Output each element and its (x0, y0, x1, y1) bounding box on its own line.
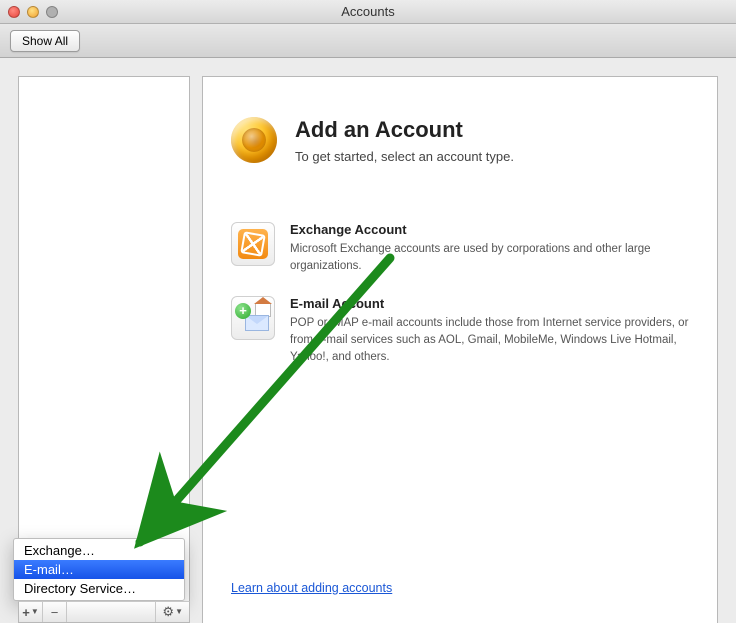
email-desc: POP or IMAP e-mail accounts include thos… (290, 315, 689, 367)
page-title: Add an Account (295, 117, 514, 143)
chevron-down-icon: ▼ (175, 607, 183, 616)
sidebar-footer: +▼ − ⚙▼ (18, 601, 190, 623)
email-title: E-mail Account (290, 296, 689, 311)
exchange-title: Exchange Account (290, 222, 689, 237)
accounts-sidebar: Exchange… E-mail… Directory Service… +▼ … (18, 76, 190, 623)
show-all-button[interactable]: Show All (10, 30, 80, 52)
account-type-exchange[interactable]: Exchange Account Microsoft Exchange acco… (231, 222, 689, 276)
popup-item-directory[interactable]: Directory Service… (14, 579, 184, 598)
email-text: E-mail Account POP or IMAP e-mail accoun… (290, 296, 689, 367)
email-icon: + (231, 296, 275, 340)
page-subtitle: To get started, select an account type. (295, 149, 514, 164)
main-panel: Add an Account To get started, select an… (202, 76, 718, 623)
hero-section: Add an Account To get started, select an… (231, 117, 689, 164)
chevron-down-icon: ▼ (31, 607, 39, 616)
window-titlebar: Accounts (0, 0, 736, 24)
preferences-toolbar: Show All (0, 24, 736, 58)
add-account-button[interactable]: +▼ (19, 602, 43, 622)
popup-item-exchange[interactable]: Exchange… (14, 541, 184, 560)
minus-icon: − (51, 605, 59, 620)
window-title: Accounts (0, 4, 736, 19)
hero-text: Add an Account To get started, select an… (295, 117, 514, 164)
exchange-icon (231, 222, 275, 266)
account-type-email[interactable]: + E-mail Account POP or IMAP e-mail acco… (231, 296, 689, 367)
account-settings-button[interactable]: ⚙▼ (155, 602, 189, 622)
exchange-text: Exchange Account Microsoft Exchange acco… (290, 222, 689, 276)
gear-icon: ⚙ (162, 604, 174, 620)
outlook-icon (231, 117, 277, 163)
learn-link[interactable]: Learn about adding accounts (231, 581, 392, 595)
content-area: Exchange… E-mail… Directory Service… +▼ … (0, 58, 736, 623)
remove-account-button[interactable]: − (43, 602, 67, 622)
popup-item-email[interactable]: E-mail… (14, 560, 184, 579)
add-account-popup: Exchange… E-mail… Directory Service… (13, 538, 185, 601)
exchange-desc: Microsoft Exchange accounts are used by … (290, 241, 689, 276)
plus-icon: + (22, 605, 30, 620)
